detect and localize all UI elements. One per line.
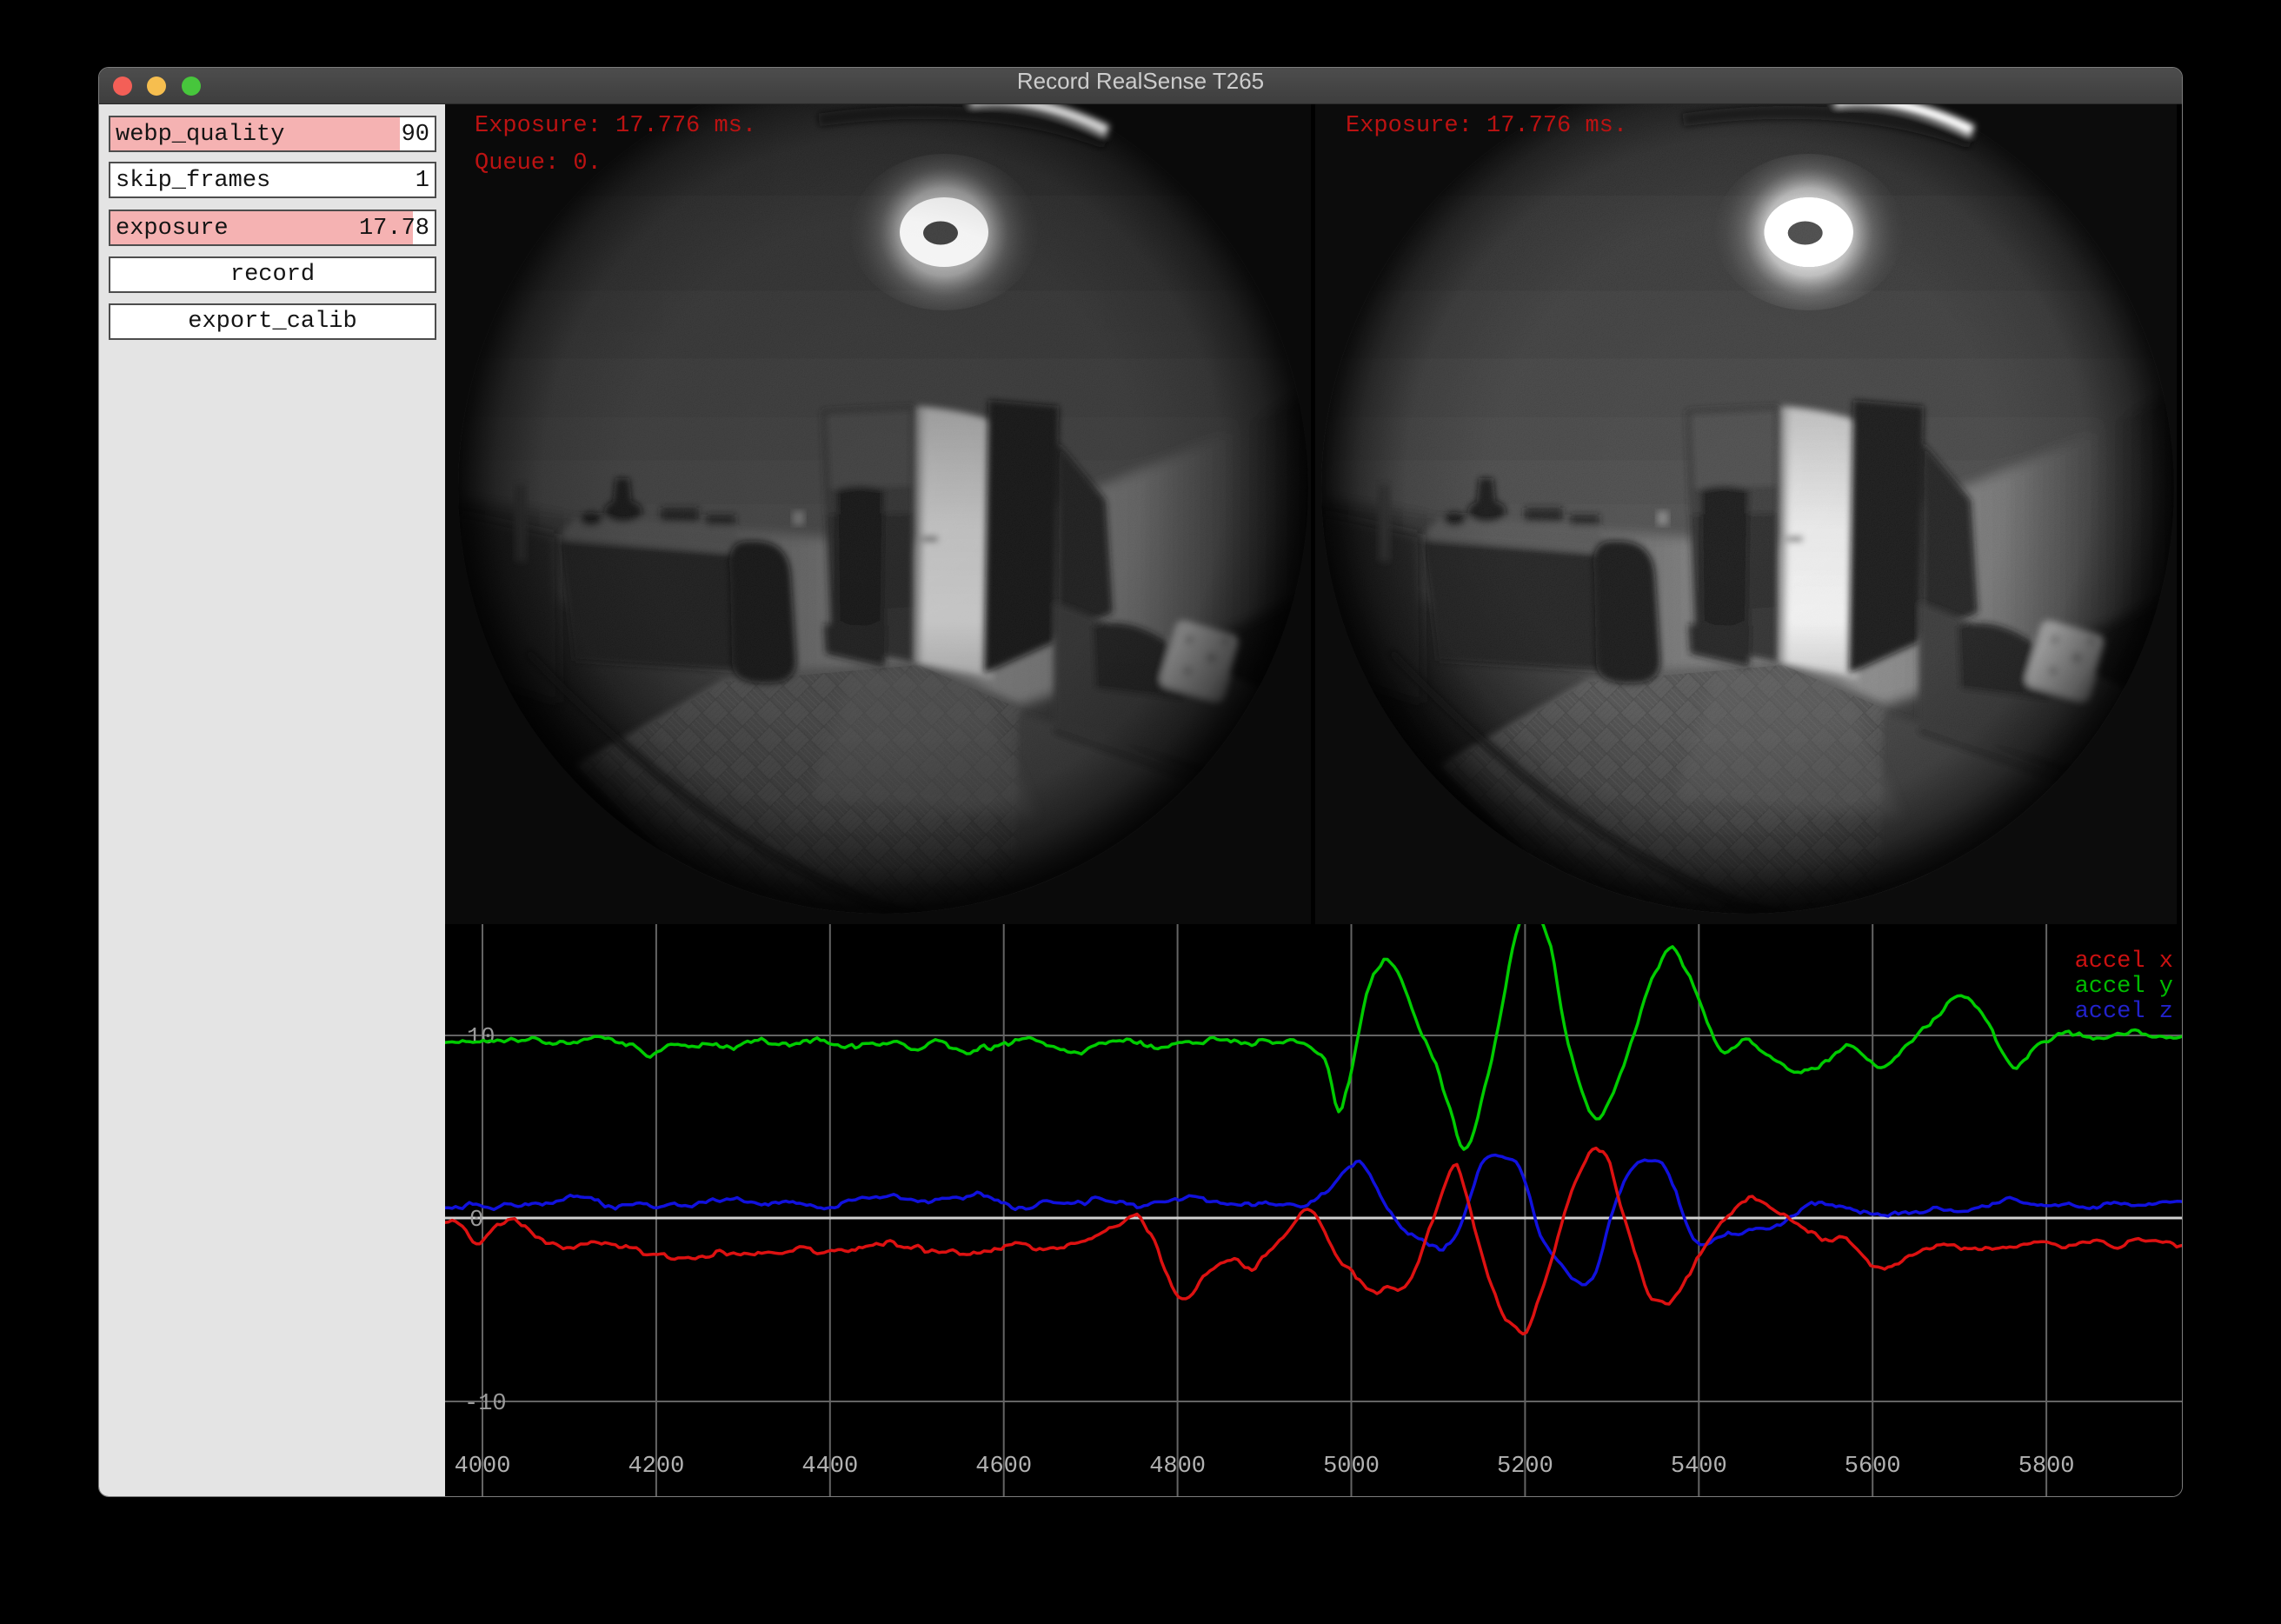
svg-text:5000: 5000	[1323, 1454, 1380, 1480]
svg-text:5800: 5800	[2018, 1454, 2075, 1480]
svg-text:0: 0	[469, 1208, 483, 1234]
svg-text:5400: 5400	[1671, 1454, 1727, 1480]
svg-text:accel z: accel z	[2075, 999, 2173, 1025]
svg-text:5200: 5200	[1497, 1454, 1553, 1480]
svg-text:accel y: accel y	[2075, 974, 2173, 1000]
svg-text:4200: 4200	[628, 1454, 684, 1480]
svg-text:10: 10	[467, 1025, 495, 1051]
svg-text:4600: 4600	[975, 1454, 1032, 1480]
svg-text:4400: 4400	[801, 1454, 858, 1480]
svg-text:-10: -10	[464, 1391, 507, 1417]
svg-text:accel x: accel x	[2075, 948, 2173, 975]
svg-text:4000: 4000	[455, 1454, 511, 1480]
svg-text:5600: 5600	[1845, 1454, 1901, 1480]
svg-text:4800: 4800	[1149, 1454, 1206, 1480]
